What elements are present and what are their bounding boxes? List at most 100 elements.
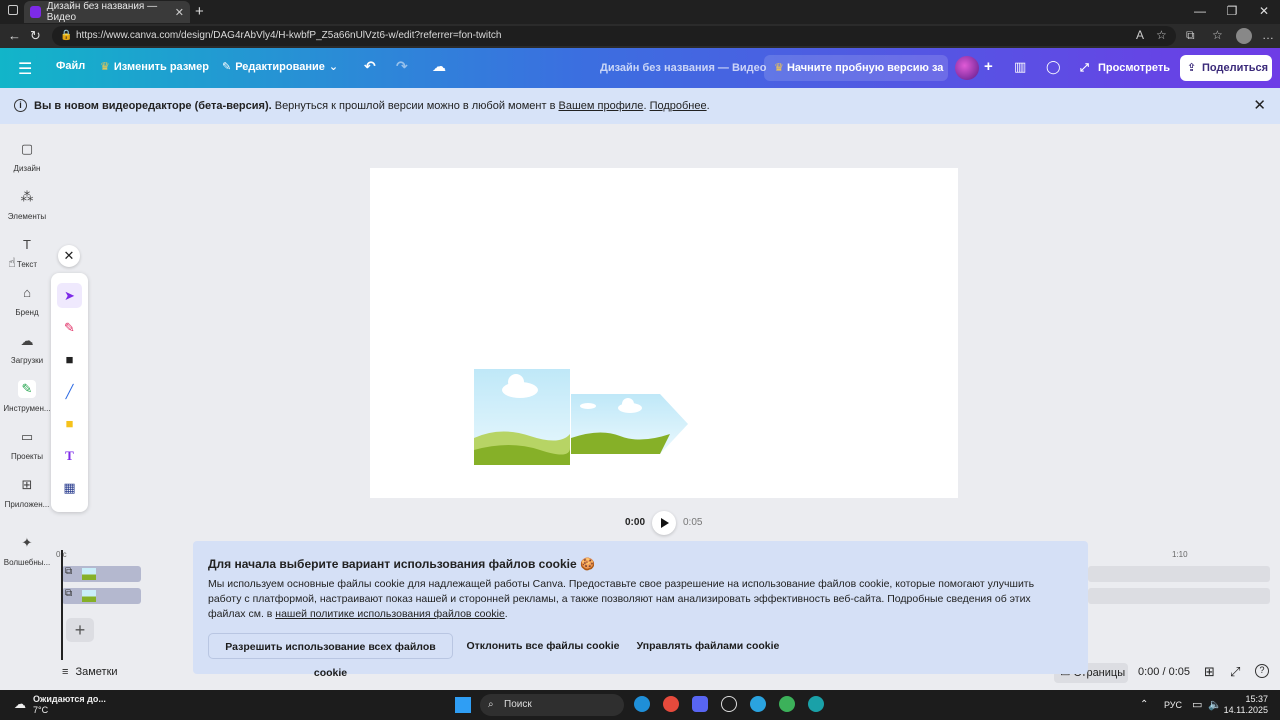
- profile-link[interactable]: Вашем профиле: [558, 100, 643, 112]
- read-aloud-icon[interactable]: A: [1136, 28, 1144, 42]
- select-tool-icon[interactable]: ➤: [57, 283, 82, 308]
- preview-button[interactable]: ⤢ Просмотреть: [1074, 55, 1172, 81]
- add-people-icon[interactable]: +: [984, 58, 993, 75]
- tab-title: Дизайн без названия — Видео: [46, 1, 158, 23]
- window-close-icon[interactable]: ✕: [1248, 0, 1280, 22]
- document-title[interactable]: Дизайн без названия — Видео: [600, 62, 767, 74]
- sidebar-item-projects[interactable]: ▭ Проекты: [0, 428, 54, 461]
- extensions-icon[interactable]: ⧉: [1186, 28, 1195, 43]
- more-link[interactable]: Подробнее: [650, 100, 707, 112]
- chrome-app-icon[interactable]: [663, 696, 679, 712]
- clock[interactable]: 15:37 14.11.2025: [1224, 694, 1268, 716]
- edge-app-icon[interactable]: [634, 696, 650, 712]
- resize-button[interactable]: ♛ Изменить размер: [100, 60, 209, 74]
- draw-tool-icon[interactable]: ✎: [57, 315, 82, 340]
- more-icon[interactable]: …: [1262, 28, 1274, 42]
- sidebar-item-tools[interactable]: ✎ Инструмен...: [0, 380, 54, 413]
- profile-avatar[interactable]: [1236, 28, 1252, 44]
- reload-icon[interactable]: ↻: [30, 28, 41, 44]
- trial-button[interactable]: ♛ Начните пробную версию за 0 €: [764, 55, 948, 100]
- sidebar-item-elements[interactable]: ⁂ Элементы: [0, 188, 54, 221]
- sidebar-item-magic[interactable]: ✦ Волшебны...: [0, 534, 54, 567]
- chrome-profile-app-icon[interactable]: [779, 696, 795, 712]
- image-placeholder-arrow[interactable]: [571, 394, 688, 454]
- steam-app-icon[interactable]: [721, 696, 737, 712]
- tools-close-icon[interactable]: ✕: [58, 245, 80, 267]
- fullscreen-icon[interactable]: ⤢: [1230, 664, 1240, 680]
- main-menu-icon[interactable]: ☰: [18, 59, 32, 79]
- redo-icon[interactable]: ↷: [396, 58, 408, 75]
- sidebar-item-uploads[interactable]: ☁ Загрузки: [0, 332, 54, 365]
- grid-view-icon[interactable]: ⊞: [1204, 664, 1215, 680]
- crown-icon: ♛: [774, 62, 784, 74]
- discord-app-icon[interactable]: [692, 696, 708, 712]
- allow-all-cookies-button[interactable]: Разрешить использование всех файлов cook…: [208, 633, 453, 679]
- add-track-button[interactable]: +: [66, 618, 94, 642]
- table-tool-icon[interactable]: ▦: [57, 475, 82, 500]
- pencil-icon: ✎: [222, 61, 232, 73]
- sticky-note-tool-icon[interactable]: ■: [57, 411, 82, 436]
- clip-thumbnail: [82, 590, 96, 602]
- cloud-save-icon[interactable]: ☁: [432, 58, 446, 75]
- info-icon: i: [14, 99, 27, 112]
- sidebar-label: Дизайн: [13, 164, 41, 173]
- back-icon[interactable]: ←: [8, 28, 21, 43]
- shapes-tool-icon[interactable]: ■: [57, 347, 82, 372]
- play-button[interactable]: [652, 511, 676, 535]
- timeline-clip[interactable]: ⧉: [62, 588, 141, 604]
- favorites-icon[interactable]: ☆: [1212, 28, 1223, 42]
- uploads-icon: ☁: [20, 333, 34, 348]
- insights-icon[interactable]: ▥: [1014, 59, 1026, 75]
- design-canvas[interactable]: [370, 168, 958, 498]
- clip-layer-icon: ⧉: [65, 588, 73, 599]
- undo-icon[interactable]: ↶: [364, 58, 376, 75]
- edge-active-app-icon[interactable]: [808, 696, 824, 712]
- banner-close-icon[interactable]: ✕: [1253, 88, 1266, 124]
- canvas-artwork: [474, 369, 688, 465]
- language-indicator[interactable]: РУС: [1164, 700, 1182, 710]
- restore-icon[interactable]: ❐: [1216, 0, 1248, 22]
- help-icon[interactable]: ?: [1255, 664, 1269, 678]
- text-tool-icon[interactable]: T: [57, 443, 82, 468]
- comment-icon[interactable]: ◯: [1046, 59, 1061, 75]
- sidebar-item-brand[interactable]: ⌂ Бренд: [0, 284, 54, 317]
- sidebar-item-apps[interactable]: ⊞ Приложен...: [0, 476, 54, 509]
- browser-menu-icon[interactable]: [8, 5, 18, 15]
- manage-cookies-button[interactable]: Управлять файлами cookie: [635, 633, 781, 659]
- current-time: 0:00: [625, 517, 646, 528]
- notes-button[interactable]: ≡ Заметки: [62, 666, 118, 678]
- reject-all-cookies-button[interactable]: Отклонить все файлы cookie: [465, 633, 621, 659]
- windows-start-icon[interactable]: [455, 697, 471, 713]
- share-button[interactable]: ⇪ Поделиться: [1180, 55, 1272, 81]
- network-icon[interactable]: ▭: [1192, 698, 1202, 711]
- volume-icon[interactable]: 🔈: [1208, 698, 1222, 711]
- new-tab-icon[interactable]: +: [195, 3, 204, 20]
- image-placeholder-square[interactable]: [474, 369, 570, 465]
- timeline-clip[interactable]: ⧉: [62, 566, 141, 582]
- minimize-icon[interactable]: —: [1184, 0, 1216, 22]
- tray-chevron-icon[interactable]: ⌃: [1140, 699, 1158, 710]
- sidebar: ▢ Дизайн ⁂ Элементы T Текст ⌂ Бренд ☁ За…: [0, 124, 54, 690]
- sidebar-label: Приложен...: [4, 500, 50, 509]
- file-menu[interactable]: Файл: [56, 60, 85, 72]
- tab-close-icon[interactable]: ✕: [175, 6, 184, 19]
- sidebar-item-design[interactable]: ▢ Дизайн: [0, 140, 54, 173]
- weather-temp: 7°C: [33, 705, 49, 715]
- team-avatar[interactable]: [955, 56, 979, 80]
- timeline-track-row: [1088, 566, 1270, 582]
- cookie-description: Мы используем основные файлы cookie для …: [208, 577, 1058, 622]
- edit-mode-dropdown[interactable]: ✎ Редактирование ⌄: [222, 60, 338, 74]
- cookie-consent-dialog: Для начала выберите вариант использовани…: [193, 541, 1088, 679]
- text-icon: T: [23, 237, 31, 252]
- telegram-app-icon[interactable]: [750, 696, 766, 712]
- browser-tab[interactable]: Дизайн без названия — Видео ✕: [24, 1, 190, 23]
- taskbar-search[interactable]: ⌕ Поиск: [480, 694, 624, 716]
- favorite-star-icon[interactable]: ☆: [1156, 28, 1167, 42]
- line-tool-icon[interactable]: ╱: [57, 379, 82, 404]
- cookie-policy-link[interactable]: нашей политике использования файлов cook…: [275, 608, 505, 620]
- weather-cloud-icon: ☁: [14, 697, 26, 711]
- url-field[interactable]: 🔒 https://www.canva.com/design/DAG4rAbVl…: [52, 26, 1176, 46]
- playhead[interactable]: [61, 550, 63, 660]
- banner-text: Вернуться к прошлой версии можно в любой…: [271, 100, 559, 112]
- tools-popover: ➤ ✎ ■ ╱ ■ T ▦: [51, 273, 88, 512]
